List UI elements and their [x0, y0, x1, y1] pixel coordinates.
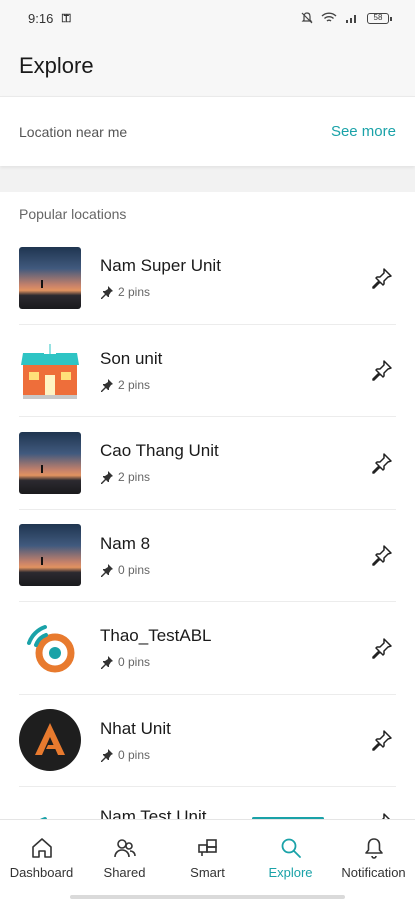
location-thumbnail: [19, 524, 81, 587]
location-pins-count: 2 pins: [118, 285, 151, 300]
pin-button[interactable]: [368, 356, 396, 384]
location-pins-count: 0 pins: [118, 655, 151, 670]
tab-shared[interactable]: Shared: [85, 836, 165, 900]
location-name: Son unit: [100, 348, 163, 368]
tab-explore[interactable]: Explore: [251, 836, 331, 900]
wifi-icon: [321, 12, 337, 22]
location-item[interactable]: Son unit 2 pins: [19, 325, 396, 417]
a-logo-icon: [19, 709, 81, 772]
pin-outline-icon: [372, 545, 392, 566]
pin-button[interactable]: [368, 449, 396, 477]
popular-locations-title: Popular locations: [19, 206, 127, 222]
teams-icon: 🇹: [61, 11, 72, 24]
location-name: Nam 8: [100, 533, 151, 553]
tab-shared-label: Shared: [103, 865, 146, 880]
pin-outline-icon: [372, 268, 392, 289]
people-icon: [113, 839, 136, 858]
status-right: 58: [301, 12, 392, 24]
location-thumbnail: [19, 431, 81, 494]
search-icon: [281, 838, 301, 858]
bell-icon: [364, 838, 383, 859]
tab-dashboard[interactable]: Dashboard: [2, 836, 82, 900]
pin-small-icon: [101, 286, 113, 300]
battery-icon: 58: [367, 12, 392, 24]
location-item[interactable]: Nam Super Unit 2 pins: [19, 232, 396, 325]
pin-button[interactable]: [368, 541, 396, 569]
location-name: Cao Thang Unit: [100, 441, 219, 461]
location-pins-count: 2 pins: [118, 470, 151, 485]
location-thumbnail: [19, 709, 81, 772]
grid-icon: [197, 839, 217, 856]
page-header: Explore: [0, 36, 415, 96]
popular-locations-section: Popular locations Nam Super Unit 2 pins …: [0, 192, 415, 832]
pin-small-icon: [101, 748, 113, 762]
pin-button[interactable]: [368, 634, 396, 662]
tab-explore-label: Explore: [268, 865, 313, 880]
home-indicator: [70, 895, 345, 899]
location-near-me-label: Location near me: [19, 123, 128, 140]
location-name: Thao_TestABL: [100, 626, 212, 646]
status-bar: 9:16 🇹 58: [0, 0, 415, 36]
tab-smart[interactable]: Smart: [168, 836, 248, 900]
pin-small-icon: [101, 471, 113, 485]
location-thumbnail: [19, 339, 81, 401]
pin-outline-icon: [372, 730, 392, 751]
page-title: Explore: [19, 53, 94, 78]
tab-smart-label: Smart: [190, 865, 225, 880]
pin-outline-icon: [372, 360, 392, 381]
location-item[interactable]: Nam 8 0 pins: [19, 510, 396, 602]
mute-icon: [301, 12, 313, 24]
tab-notification[interactable]: Notification: [334, 836, 414, 900]
pin-button[interactable]: [368, 726, 396, 754]
status-left: 9:16 🇹: [28, 11, 71, 26]
home-icon: [31, 838, 52, 858]
location-item[interactable]: Thao_TestABL 0 pins: [19, 602, 396, 695]
bottom-navigation: Dashboard Shared Smart Explore Notificat…: [0, 819, 415, 900]
signal-icon: [346, 15, 356, 23]
battery-level: 58: [373, 12, 383, 22]
location-item[interactable]: Cao Thang Unit 2 pins: [19, 417, 396, 510]
location-pins-count: 0 pins: [118, 562, 151, 577]
location-pins-count: 0 pins: [118, 747, 151, 762]
house-icon: [21, 344, 79, 400]
pin-button[interactable]: [368, 264, 396, 292]
tab-notification-label: Notification: [341, 865, 406, 880]
location-pins-count: 2 pins: [118, 377, 151, 392]
pin-outline-icon: [372, 638, 392, 659]
pin-small-icon: [101, 378, 113, 392]
see-more-link[interactable]: See more: [331, 123, 396, 140]
location-thumbnail: [19, 617, 81, 679]
location-name: Nam Super Unit: [100, 256, 221, 276]
pin-small-icon: [101, 656, 113, 670]
location-thumbnail: [19, 246, 81, 309]
location-near-me-card: Location near me See more: [0, 96, 415, 166]
pin-small-icon: [101, 563, 113, 577]
location-name: Nhat Unit: [100, 718, 171, 738]
status-time: 9:16: [28, 10, 54, 26]
location-item[interactable]: Nhat Unit 0 pins: [19, 695, 396, 787]
signal-logo-icon: [27, 624, 75, 673]
tab-dashboard-label: Dashboard: [9, 865, 74, 880]
pin-outline-icon: [372, 453, 392, 474]
